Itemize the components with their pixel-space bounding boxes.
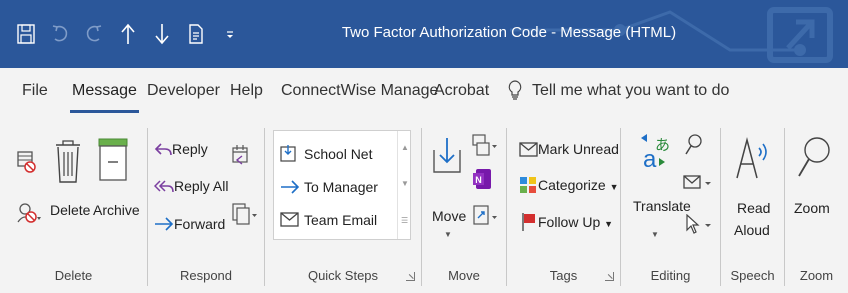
read-aloud-label-line1: Read [737,200,771,216]
quick-steps-launcher-icon[interactable] [406,272,415,281]
group-tags: Mark Unread Categorize ▼ Follow Up ▼ Tag… [507,122,620,293]
rules-icon[interactable] [472,134,498,158]
read-aloud-label-line2: Aloud [734,222,770,238]
tell-me-search[interactable]: Tell me what you want to do [508,80,729,102]
quick-step-to-manager[interactable]: To Manager [280,174,378,200]
archive-icon [98,138,128,181]
group-quick-steps: School Net To Manager Team Email ▲ ▼ ☰ Q… [265,122,421,293]
delete-label: Delete [50,202,91,218]
quick-steps-scrollbar[interactable]: ▲ ▼ ☰ [397,131,410,239]
group-zoom-label: Zoom [799,268,834,283]
select-cursor-icon[interactable] [685,214,713,234]
mark-unread-label: Mark Unread [538,141,619,157]
group-delete-label: Delete [54,268,93,283]
reply-all-label: Reply All [174,178,229,194]
scroll-down-icon[interactable]: ▼ [401,179,409,188]
tab-file[interactable]: File [22,82,48,100]
group-delete: Delete Archive Delete [0,122,147,293]
svg-text:あ: あ [655,136,670,154]
quick-steps-gallery: School Net To Manager Team Email ▲ ▼ ☰ [273,130,411,240]
quick-step-label: To Manager [304,179,378,195]
forward-icon [155,217,174,231]
forward-label: Forward [174,216,226,232]
group-respond-label: Respond [179,268,233,283]
find-icon[interactable] [685,134,703,156]
tab-message[interactable]: Message [70,82,139,113]
group-respond: Reply Reply All Forward Respond [148,122,264,293]
reply-label: Reply [172,141,208,157]
chevron-down-icon: ▼ [651,230,659,239]
lightbulb-icon [508,80,522,100]
forward-icon [281,180,300,194]
mark-unread-icon [519,142,538,157]
more-respond-icon[interactable] [232,202,258,226]
flag-icon [522,213,535,231]
group-editing: a あ Translate ▼ Editing [621,122,720,293]
quick-step-team-email[interactable]: Team Email [280,207,377,233]
chevron-down-icon: ▼ [444,230,452,239]
translate-icon: a あ [641,134,670,172]
ignore-icon[interactable] [16,150,38,174]
group-quick-steps-label: Quick Steps [307,268,379,283]
translate-label: Translate [633,198,691,214]
tab-connectwise-manage[interactable]: ConnectWise Manage [281,82,438,100]
tags-launcher-icon[interactable] [605,272,614,281]
quick-step-label: Team Email [304,212,378,228]
reply-icon [154,143,172,156]
group-speech-label: Speech [730,268,775,283]
move-label: Move [432,208,467,224]
replace-icon[interactable] [683,174,713,192]
categorize-label: Categorize ▼ [538,177,619,193]
trash-icon [56,140,80,183]
magnifier-icon [798,137,830,177]
group-move-label: Move [448,268,480,283]
move-to-folder-icon [280,145,296,162]
title-bar: Two Factor Authorization Code - Message … [0,0,848,68]
ribbon-tabs: File Message Developer Help ConnectWise … [0,68,848,122]
window-title: Two Factor Authorization Code - Message … [341,24,677,41]
group-editing-label: Editing [650,268,691,283]
reply-all-icon [154,180,174,193]
categorize-icon [520,177,536,193]
scroll-up-icon[interactable]: ▲ [401,143,409,152]
ribbon: Delete Archive Delete Reply Reply All Fo… [0,122,848,293]
group-move: Move ▼ N Move [422,122,506,293]
group-speech: Read Aloud Speech [721,122,784,293]
tell-me-label: Tell me what you want to do [532,82,730,99]
move-folder-icon [433,138,461,173]
group-zoom: Zoom Zoom [785,122,848,293]
meeting-reply-icon[interactable] [232,144,250,168]
junk-icon[interactable] [16,202,42,224]
zoom-label: Zoom [794,200,830,216]
tab-acrobat[interactable]: Acrobat [434,82,489,100]
tab-developer[interactable]: Developer [147,82,220,100]
group-tags-label: Tags [549,268,578,283]
archive-label: Archive [93,202,140,218]
read-aloud-icon [736,137,767,179]
tab-help[interactable]: Help [230,82,263,100]
svg-text:N: N [475,175,482,185]
quick-step-label: School Net [304,146,373,162]
follow-up-label: Follow Up ▼ [538,214,614,230]
envelope-icon [280,212,299,227]
onenote-icon[interactable]: N [472,168,492,190]
actions-icon[interactable] [472,204,498,228]
quick-step-school-net[interactable]: School Net [280,141,372,167]
gallery-more-icon[interactable]: ☰ [401,216,408,225]
